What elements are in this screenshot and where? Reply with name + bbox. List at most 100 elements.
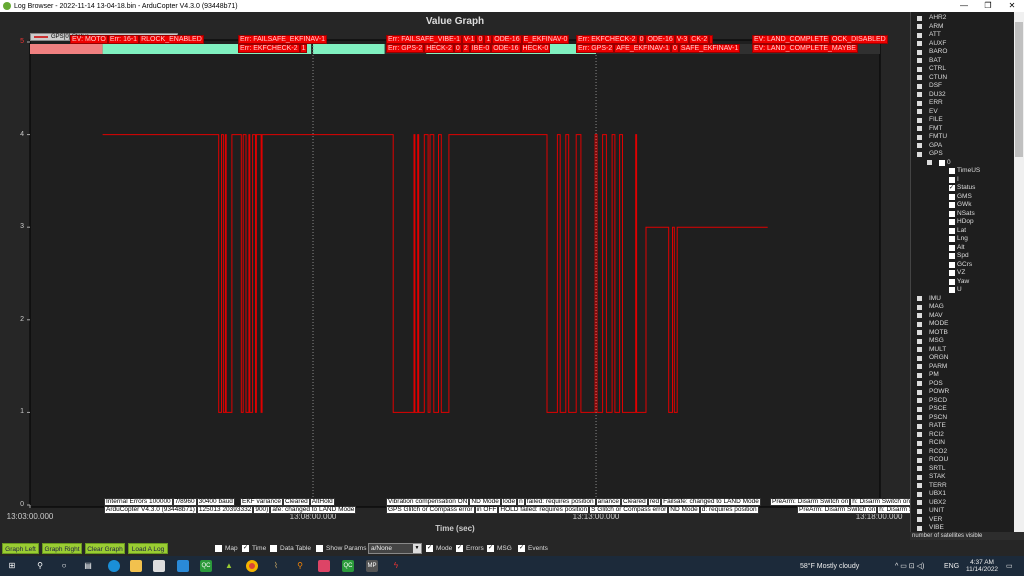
checkbox[interactable] (949, 279, 955, 285)
graph-left-button[interactable]: Graph Left (2, 543, 39, 554)
tree-field-status[interactable]: ✓Status (949, 184, 975, 193)
tree-item-fmtu[interactable]: FMTU (917, 133, 947, 142)
tree-item-file[interactable]: FILE (917, 116, 943, 125)
error-event-label[interactable]: EV: LAND_COMPLETE (752, 35, 830, 44)
load-log-button[interactable]: Load A Log (128, 543, 168, 554)
checkbox[interactable] (949, 253, 955, 259)
tree-field-spd[interactable]: Spd (949, 252, 969, 261)
error-event-label[interactable]: V-3 (675, 35, 690, 44)
expand-icon[interactable] (917, 500, 922, 505)
mission-planner-plane-icon[interactable]: ▲ (223, 560, 235, 572)
expand-icon[interactable] (917, 449, 922, 454)
tree-item-err[interactable]: ERR (917, 99, 943, 108)
expand-icon[interactable] (927, 160, 932, 165)
error-event-label[interactable]: 1 (300, 44, 308, 53)
store-icon[interactable] (153, 560, 165, 572)
message-label[interactable]: 125013 20393332 (197, 506, 253, 514)
tree-item-mult[interactable]: MULT (917, 346, 946, 355)
expand-icon[interactable] (917, 118, 922, 123)
message-label[interactable]: ArduCopter V4.3.0 (93448b71) (104, 506, 197, 514)
message-label[interactable]: AltHold (310, 498, 335, 506)
error-event-label[interactable]: ODE-16 (645, 35, 674, 44)
tree-field-vz[interactable]: VZ (949, 269, 965, 278)
tree-item-terr[interactable]: TERR (917, 482, 947, 491)
error-event-label[interactable]: CK-2 (689, 35, 709, 44)
message-label[interactable]: in OFF (475, 506, 499, 514)
error-event-label[interactable]: 0 (638, 35, 646, 44)
message-label[interactable]: failed: requires position (525, 498, 596, 506)
errors-checkbox[interactable]: ✓Errors (456, 545, 484, 552)
weather-widget[interactable]: 58°F Mostly cloudy (800, 556, 859, 576)
tree-item-msg[interactable]: MSG (917, 337, 944, 346)
tree-item-pscn[interactable]: PSCN (917, 414, 947, 423)
expand-icon[interactable] (917, 84, 922, 89)
error-event-label[interactable]: HECK-0 (521, 44, 551, 53)
tree-scrollbar[interactable] (1014, 12, 1024, 532)
tree-item-rci2[interactable]: RCI2 (917, 431, 944, 440)
tree-field-alt[interactable]: Alt (949, 244, 965, 253)
error-event-label[interactable]: Err: FAILSAFE_EKFINAV-1 (238, 35, 327, 44)
tree-item-mav[interactable]: MAV (917, 312, 943, 321)
expand-icon[interactable] (917, 322, 922, 327)
tree-item-ubx1[interactable]: UBX1 (917, 490, 946, 499)
tree-item-parm[interactable]: PARM (917, 363, 947, 372)
message-label[interactable]: S Glitch or Compass error (589, 506, 668, 514)
checkbox[interactable] (939, 160, 945, 166)
expand-icon[interactable] (917, 313, 922, 318)
message-label[interactable]: ND Mode (469, 498, 500, 506)
tree-item-srtl[interactable]: SRTL (917, 465, 946, 474)
message-label[interactable]: Cleared (283, 498, 310, 506)
error-event-label[interactable]: Err: EKFCHECK-2 (576, 35, 638, 44)
message-label[interactable]: d: requires position (700, 506, 759, 514)
error-event-label[interactable]: 0 (476, 35, 484, 44)
language-indicator[interactable]: ENG (944, 556, 959, 576)
checkbox[interactable] (949, 236, 955, 242)
tree-field-u[interactable]: U (949, 286, 962, 295)
expand-icon[interactable] (917, 58, 922, 63)
search-icon[interactable]: ⚲ (34, 560, 46, 572)
tree-item-ver[interactable]: VER (917, 516, 942, 525)
checkbox[interactable] (949, 287, 955, 293)
qgc-icon[interactable]: QC (200, 560, 212, 572)
scroll-thumb[interactable] (1015, 22, 1023, 157)
cortana-icon[interactable]: ○ (58, 560, 70, 572)
checkbox[interactable] (949, 194, 955, 200)
tree-field-gcrs[interactable]: GCrs (949, 261, 972, 270)
error-event-label[interactable]: 2 (462, 44, 470, 53)
maximize-button[interactable]: ❐ (976, 0, 1000, 12)
message-label[interactable]: lode (501, 498, 517, 506)
clock[interactable]: 4:37 AM 11/14/2022 (966, 556, 998, 576)
expand-icon[interactable] (917, 407, 922, 412)
expand-icon[interactable] (917, 517, 922, 522)
message-label[interactable]: EKF variance (240, 498, 283, 506)
message-label[interactable]: ariance (596, 498, 621, 506)
checkbox[interactable]: ✓ (949, 185, 955, 191)
error-event-label[interactable]: HECK-2 (424, 44, 454, 53)
error-event-label[interactable]: Err: EKFCHECK-2 (238, 44, 300, 53)
error-event-label[interactable]: EV: MOTO (70, 35, 108, 44)
mode-checkbox[interactable]: ✓Mode (426, 545, 452, 552)
expand-icon[interactable] (917, 373, 922, 378)
tree-item-mag[interactable]: MAG (917, 303, 944, 312)
expand-icon[interactable] (917, 441, 922, 446)
message-label[interactable]: red (648, 498, 661, 506)
tree-field-timeus[interactable]: TimeUS (949, 167, 980, 176)
checkbox[interactable] (949, 262, 955, 268)
minimize-button[interactable]: — (952, 0, 976, 12)
message-label[interactable]: Failsafe: changed to LAND Mode (661, 498, 761, 506)
tree-item-ev[interactable]: EV (917, 108, 938, 117)
data-table-checkbox[interactable]: Data Table (270, 545, 311, 552)
expand-icon[interactable] (917, 75, 922, 80)
checkbox[interactable] (949, 228, 955, 234)
expand-icon[interactable] (917, 415, 922, 420)
message-label[interactable]: GPS Glitch or Compass error (386, 506, 475, 514)
expand-icon[interactable] (917, 33, 922, 38)
tree-field-lng[interactable]: Lng (949, 235, 968, 244)
error-event-label[interactable]: V-1 (462, 35, 477, 44)
error-event-label[interactable]: EV: LAND_COMPLETE_MAYBE (752, 44, 858, 53)
chrome-icon[interactable] (246, 560, 258, 572)
checkbox[interactable] (949, 211, 955, 217)
tree-item-dsf[interactable]: DSF (917, 82, 942, 91)
message-label[interactable]: PreArm: Disarm Switch on (770, 498, 850, 506)
tree-item-ahr2[interactable]: AHR2 (917, 14, 946, 23)
